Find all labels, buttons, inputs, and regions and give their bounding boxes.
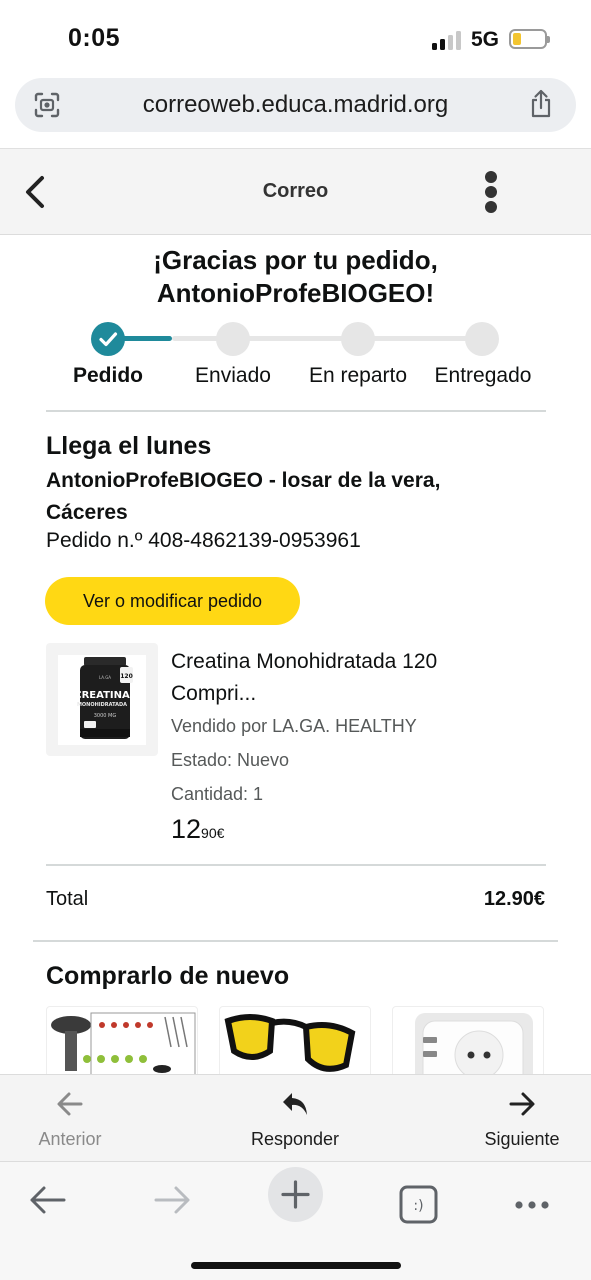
arrow-right-icon	[509, 1092, 535, 1116]
browser-back-icon[interactable]	[20, 1172, 76, 1228]
tracker-step-out-for-delivery	[341, 322, 375, 356]
recommendation-item[interactable]	[219, 1006, 371, 1074]
price-whole: 12	[171, 814, 202, 844]
price-fraction: 90€	[201, 825, 225, 841]
arrival-heading: Llega el lunes	[46, 432, 212, 460]
reply-label: Responder	[250, 1129, 340, 1149]
svg-text::): :)	[413, 1198, 423, 1214]
arrow-left-icon	[57, 1092, 83, 1116]
mail-toolbar: Anterior Responder Siguiente	[0, 1074, 591, 1162]
divider	[46, 864, 546, 866]
product-condition: Estado: Nuevo	[171, 750, 290, 770]
tracker-label-shipped: Enviado	[195, 364, 271, 387]
total-label: Total	[46, 888, 89, 910]
svg-text:LA.GA: LA.GA	[99, 675, 111, 680]
divider	[33, 940, 558, 942]
thanks-line-1: ¡Gracias por tu pedido,	[153, 245, 438, 275]
previous-button[interactable]: Anterior	[20, 1075, 120, 1163]
tabs-icon: :)	[399, 1185, 438, 1224]
menu-dots-icon[interactable]	[504, 1172, 560, 1228]
app-header: Correo	[0, 148, 591, 235]
tracker-label-out-for-delivery: En reparto	[308, 364, 408, 387]
network-type: 5G	[471, 28, 500, 51]
order-number: Pedido n.º 408-4862139-0953961	[46, 529, 361, 552]
new-tab-button[interactable]	[268, 1167, 323, 1222]
check-icon	[99, 332, 118, 347]
power-adapter-image	[415, 1013, 533, 1074]
previous-label: Anterior	[38, 1129, 102, 1149]
more-options-icon[interactable]	[474, 171, 508, 213]
view-modify-order-button[interactable]: Ver o modificar pedido	[45, 577, 300, 625]
signal-icon	[432, 30, 462, 50]
delivery-address: AntonioProfeBIOGEO - losar de la vera, C…	[46, 469, 441, 524]
recommendation-item[interactable]	[392, 1006, 544, 1074]
divider	[46, 410, 546, 412]
url-text[interactable]: correoweb.educa.madrid.org	[15, 91, 576, 119]
tracker-step-ordered	[91, 322, 125, 356]
product-price: 1290€	[171, 814, 224, 845]
home-indicator[interactable]	[191, 1262, 401, 1269]
status-time: 0:05	[68, 24, 121, 52]
product-seller: Vendido por LA.GA. HEALTHY	[171, 716, 417, 736]
tracker-step-delivered	[465, 322, 499, 356]
thanks-line-2: AntonioProfeBIOGEO!	[156, 278, 435, 308]
svg-text:3000 MG: 3000 MG	[94, 713, 117, 719]
product-image[interactable]: LA.GA CREATINA MONOHIDRATADA 3000 MG 120	[46, 643, 158, 756]
tracker-label-delivered: Entregado	[434, 364, 532, 387]
browser-forward-icon[interactable]	[144, 1172, 200, 1228]
next-button[interactable]: Siguiente	[472, 1075, 572, 1163]
reply-button[interactable]: Responder	[240, 1075, 350, 1163]
sunglasses-image	[224, 1014, 356, 1072]
svg-text:120: 120	[120, 673, 133, 680]
share-icon[interactable]	[528, 89, 554, 119]
total-value: 12.90€	[483, 888, 545, 910]
recommendation-item[interactable]	[46, 1006, 198, 1074]
svg-text:MONOHIDRATADA: MONOHIDRATADA	[77, 702, 127, 708]
creatine-jar-image: LA.GA CREATINA MONOHIDRATADA 3000 MG 120	[74, 657, 133, 739]
thanks-heading: ¡Gracias por tu pedido, AntonioProfeBIOG…	[0, 244, 591, 310]
product-quantity: Cantidad: 1	[171, 784, 264, 804]
tracker-step-shipped	[216, 322, 250, 356]
product-name[interactable]: Creatina Monohidratada 120 Compri...	[171, 646, 501, 710]
buy-again-heading: Comprarlo de nuevo	[46, 962, 290, 990]
plus-icon	[281, 1180, 310, 1209]
next-label: Siguiente	[484, 1129, 560, 1149]
tracker-label-ordered: Pedido	[72, 364, 143, 387]
battery-icon	[509, 29, 550, 49]
tabs-button[interactable]: :)	[391, 1172, 447, 1228]
irrigation-kit-image	[51, 1012, 196, 1074]
status-bar: 0:05 5G	[0, 0, 591, 78]
svg-text:CREATINA: CREATINA	[74, 690, 130, 701]
email-content[interactable]: ¡Gracias por tu pedido, AntonioProfeBIOG…	[0, 236, 591, 1074]
address-bar[interactable]: correoweb.educa.madrid.org	[15, 78, 576, 132]
reply-icon	[283, 1093, 307, 1115]
